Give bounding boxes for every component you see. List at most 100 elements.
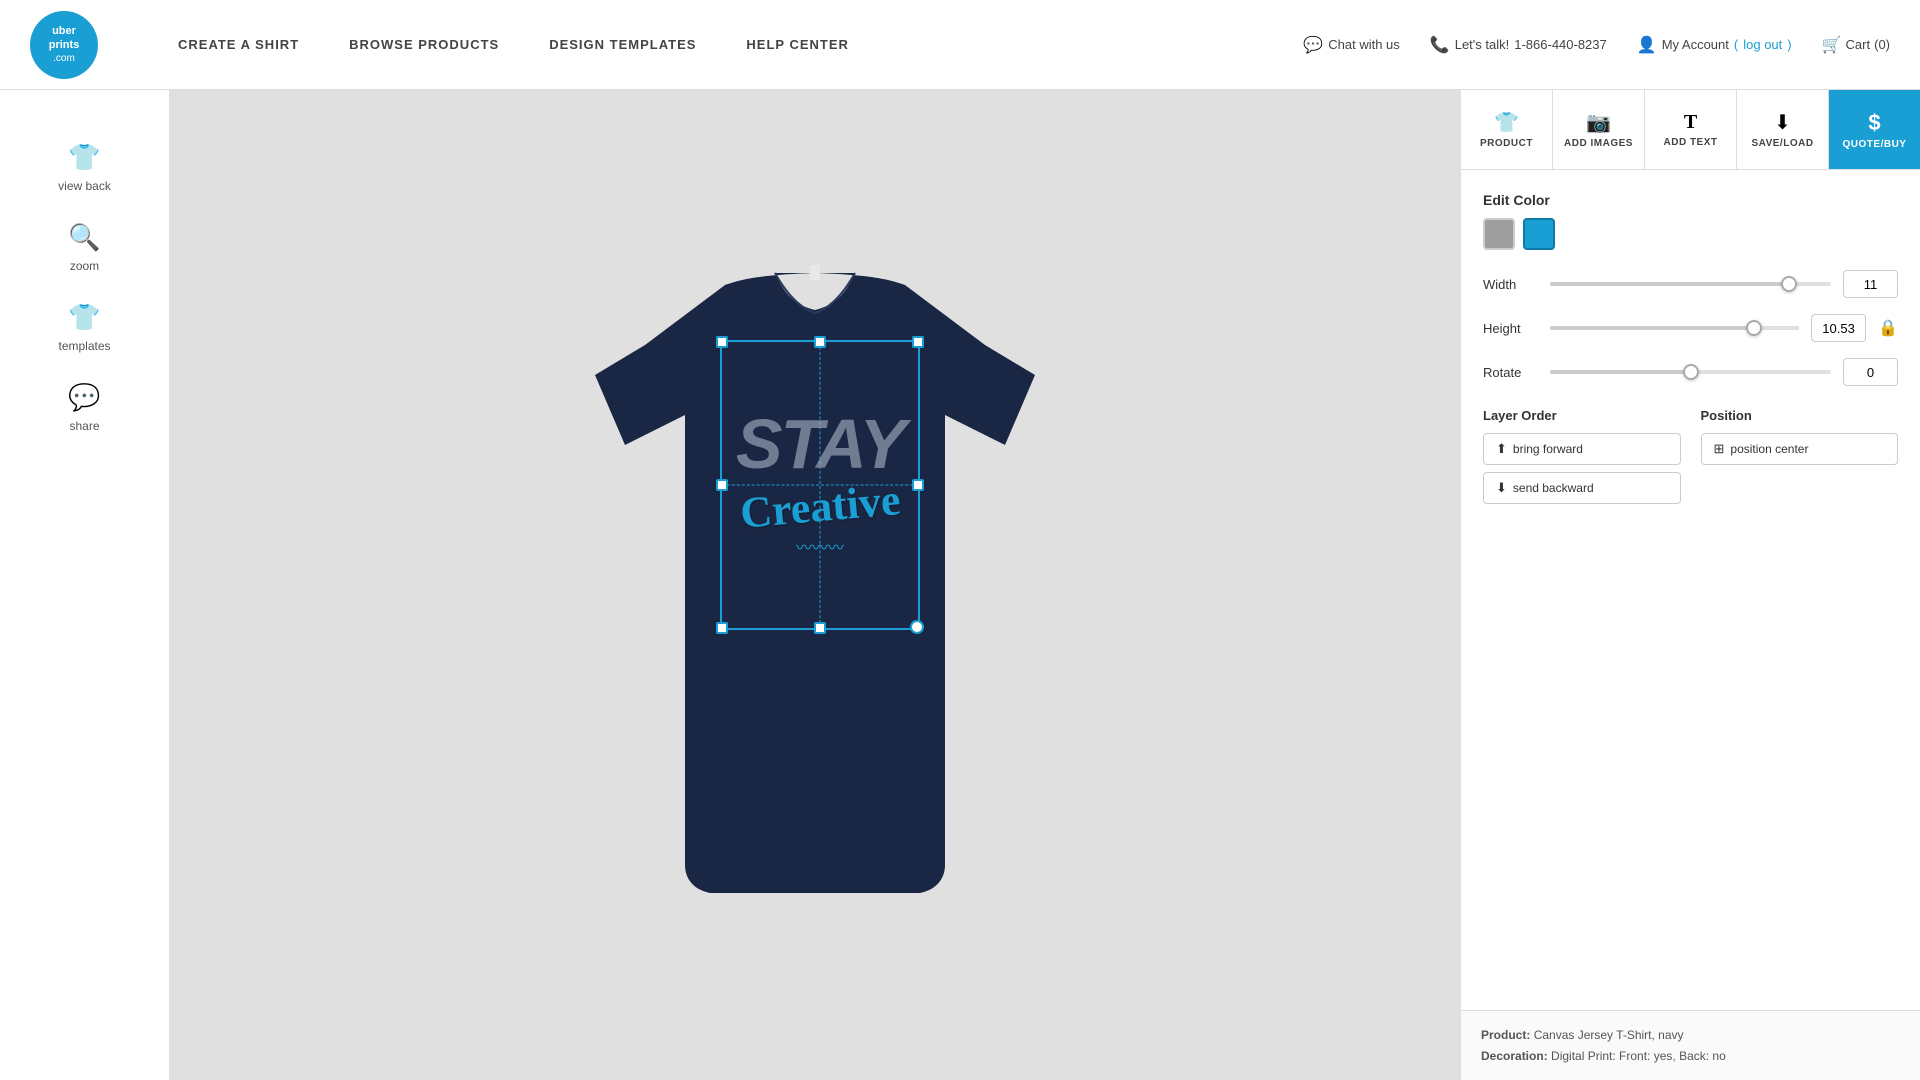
panel-content: Edit Color Width Height: [1461, 170, 1920, 1010]
handle-tm[interactable]: [814, 336, 826, 348]
logout-link[interactable]: log out: [1743, 37, 1782, 52]
sidebar-item-share[interactable]: 💬 share: [20, 370, 150, 445]
cart-link[interactable]: 🛒 Cart (0): [1822, 35, 1890, 55]
sidebar-item-zoom[interactable]: 🔍 zoom: [20, 210, 150, 285]
decoration-label: Decoration:: [1481, 1049, 1548, 1063]
nav-design-templates[interactable]: DESIGN TEMPLATES: [549, 37, 696, 52]
handle-tl[interactable]: [716, 336, 728, 348]
send-backward-label: send backward: [1513, 481, 1594, 495]
position-center-label: position center: [1730, 442, 1808, 456]
phone-link[interactable]: 📞 Let's talk! 1-866-440-8237: [1430, 35, 1607, 55]
color-swatch-blue[interactable]: [1523, 218, 1555, 250]
templates-icon: 👕: [68, 302, 100, 333]
chat-link[interactable]: 💬 Chat with us: [1303, 35, 1399, 55]
layer-order-section: Layer Order ⬆ bring forward ⬇ send backw…: [1483, 408, 1681, 504]
handle-bl[interactable]: [716, 622, 728, 634]
left-sidebar: 👕 view back 🔍 zoom 👕 templates 💬 share: [0, 90, 170, 1080]
lock-icon[interactable]: 🔒: [1878, 318, 1898, 338]
decoration-value: Digital Print: Front: yes, Back: no: [1551, 1049, 1726, 1063]
height-label: Height: [1483, 321, 1538, 336]
nav-create-shirt[interactable]: CREATE A SHIRT: [178, 37, 299, 52]
product-info: Product: Canvas Jersey T-Shirt, navy Dec…: [1461, 1010, 1920, 1080]
sidebar-label-view-back: view back: [58, 179, 111, 193]
save-load-icon: ⬇: [1774, 110, 1791, 135]
tab-quote-buy-label: Quote/Buy: [1843, 139, 1907, 150]
layer-position-row: Layer Order ⬆ bring forward ⬇ send backw…: [1483, 408, 1898, 504]
right-panel: 👕 Product 📷 Add Images T Add Text ⬇ Save…: [1460, 90, 1920, 1080]
tab-add-images[interactable]: 📷 Add Images: [1553, 90, 1645, 169]
nav-browse-products[interactable]: BROWSE PRODUCTS: [349, 37, 499, 52]
share-icon: 💬: [68, 382, 100, 413]
main-nav: CREATE A SHIRT BROWSE PRODUCTS DESIGN TE…: [178, 37, 1303, 52]
logo[interactable]: uber prints .com: [30, 11, 98, 79]
design-selection[interactable]: STAY Creative 〰〰〰: [720, 340, 920, 630]
sidebar-label-templates: templates: [58, 339, 110, 353]
chat-icon: 💬: [1303, 35, 1323, 55]
send-backward-button[interactable]: ⬇ send backward: [1483, 472, 1681, 504]
sidebar-label-share: share: [69, 419, 99, 433]
height-slider-fill: [1550, 326, 1754, 330]
sidebar-item-view-back[interactable]: 👕 view back: [20, 130, 150, 205]
add-text-icon: T: [1684, 111, 1697, 134]
shirt-container: STAY Creative 〰〰〰: [565, 245, 1065, 925]
position-center-button[interactable]: ⊞ position center: [1701, 433, 1899, 465]
bring-forward-icon: ⬆: [1496, 441, 1507, 457]
phone-icon: 📞: [1430, 35, 1450, 55]
color-swatch-gray[interactable]: [1483, 218, 1515, 250]
zoom-icon: 🔍: [68, 222, 100, 253]
handle-mr[interactable]: [912, 479, 924, 491]
handle-bm[interactable]: [814, 622, 826, 634]
edit-color-label: Edit Color: [1483, 192, 1898, 208]
bring-forward-button[interactable]: ⬆ bring forward: [1483, 433, 1681, 465]
tab-add-text[interactable]: T Add Text: [1645, 90, 1737, 169]
rotate-slider-track[interactable]: [1550, 370, 1831, 374]
top-links: 💬 Chat with us 📞 Let's talk! 1-866-440-8…: [1303, 35, 1890, 55]
rotate-row: Rotate: [1483, 358, 1898, 386]
width-label: Width: [1483, 277, 1538, 292]
product-value: Canvas Jersey T-Shirt, navy: [1534, 1028, 1684, 1042]
main-layout: 👕 view back 🔍 zoom 👕 templates 💬 share: [0, 90, 1920, 1080]
add-images-icon: 📷: [1586, 110, 1611, 135]
tab-add-text-label: Add Text: [1664, 137, 1718, 148]
tab-product[interactable]: 👕 Product: [1461, 90, 1553, 169]
sidebar-label-zoom: zoom: [70, 259, 99, 273]
handle-tr[interactable]: [912, 336, 924, 348]
handle-br[interactable]: [910, 620, 924, 634]
crosshair-horizontal: [722, 485, 918, 486]
rotate-slider-thumb[interactable]: [1683, 364, 1699, 380]
tab-save-load-label: Save/Load: [1751, 138, 1813, 149]
tab-product-label: Product: [1480, 138, 1533, 149]
width-slider-track[interactable]: [1550, 282, 1831, 286]
edit-color-section: Edit Color: [1483, 192, 1898, 250]
rotate-input[interactable]: [1843, 358, 1898, 386]
handle-ml[interactable]: [716, 479, 728, 491]
canvas-area: STAY Creative 〰〰〰: [170, 90, 1460, 1080]
width-input[interactable]: [1843, 270, 1898, 298]
height-slider-track[interactable]: [1550, 326, 1799, 330]
product-label: Product:: [1481, 1028, 1530, 1042]
height-slider-thumb[interactable]: [1746, 320, 1762, 336]
tab-save-load[interactable]: ⬇ Save/Load: [1737, 90, 1829, 169]
tab-add-images-label: Add Images: [1564, 138, 1633, 149]
width-slider-thumb[interactable]: [1781, 276, 1797, 292]
color-swatches: [1483, 218, 1898, 250]
send-backward-icon: ⬇: [1496, 480, 1507, 496]
header: uber prints .com CREATE A SHIRT BROWSE P…: [0, 0, 1920, 90]
quote-buy-icon: $: [1868, 110, 1880, 136]
account-icon: 👤: [1637, 35, 1657, 55]
product-info-product: Product: Canvas Jersey T-Shirt, navy: [1481, 1025, 1900, 1045]
cart-icon: 🛒: [1822, 35, 1842, 55]
product-info-decoration: Decoration: Digital Print: Front: yes, B…: [1481, 1046, 1900, 1066]
layer-order-label: Layer Order: [1483, 408, 1681, 423]
view-back-icon: 👕: [68, 142, 100, 173]
product-icon: 👕: [1494, 110, 1519, 135]
height-row: Height 🔒: [1483, 314, 1898, 342]
position-label: Position: [1701, 408, 1899, 423]
rotate-label: Rotate: [1483, 365, 1538, 380]
account-link[interactable]: 👤 My Account (log out): [1637, 35, 1792, 55]
tab-quote-buy[interactable]: $ Quote/Buy: [1829, 90, 1920, 169]
width-slider-fill: [1550, 282, 1789, 286]
height-input[interactable]: [1811, 314, 1866, 342]
sidebar-item-templates[interactable]: 👕 templates: [20, 290, 150, 365]
nav-help-center[interactable]: HELP CENTER: [746, 37, 849, 52]
